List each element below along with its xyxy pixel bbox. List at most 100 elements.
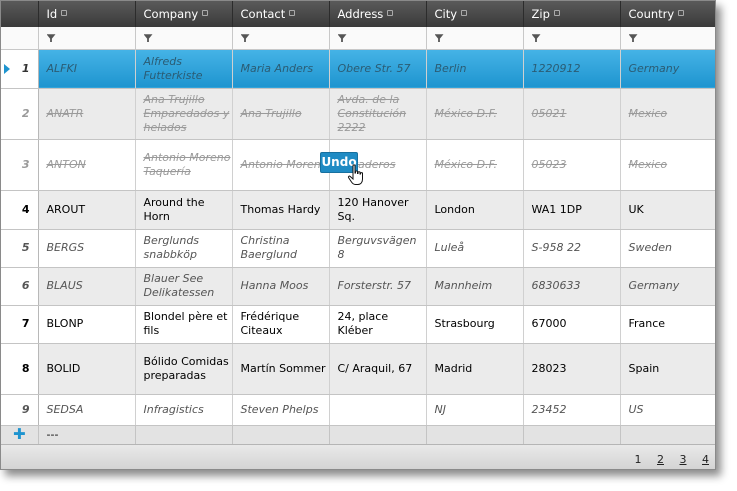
cell-contact[interactable]: Christina Baerglund bbox=[232, 229, 330, 268]
table-row[interactable]: 9 SEDSA Infragistics Steven Phelps NJ 23… bbox=[1, 394, 715, 426]
filter-icon[interactable] bbox=[434, 34, 444, 43]
cell-id[interactable]: BOLID bbox=[38, 343, 136, 395]
cell-country[interactable]: Spain bbox=[620, 343, 715, 395]
cell-address[interactable]: 24, place Kléber bbox=[329, 305, 427, 344]
pager-page-2[interactable]: 2 bbox=[657, 453, 664, 466]
row-selector[interactable]: 5 bbox=[1, 229, 39, 268]
cell-city[interactable]: NJ bbox=[426, 394, 524, 426]
pin-icon[interactable] bbox=[202, 10, 209, 16]
cell-contact[interactable]: Antonio Moreno bbox=[232, 139, 330, 191]
cell-id[interactable]: AROUT bbox=[38, 190, 136, 230]
pager-page-3[interactable]: 3 bbox=[680, 453, 687, 466]
table-row[interactable]: 7 BLONP Blondel père et fils Frédérique … bbox=[1, 305, 715, 344]
row-selector[interactable]: 4 bbox=[1, 190, 39, 230]
row-selector[interactable]: 9 bbox=[1, 394, 39, 426]
cell-country[interactable]: Sweden bbox=[620, 229, 715, 268]
cell-contact[interactable]: Frédérique Citeaux bbox=[232, 305, 330, 344]
row-selector[interactable]: 8 bbox=[1, 343, 39, 395]
cell-company[interactable]: Antonio Moreno Taquería bbox=[135, 139, 233, 191]
cell-city[interactable]: México D.F. bbox=[426, 88, 524, 140]
filter-icon[interactable] bbox=[240, 34, 250, 43]
filter-cell-city[interactable] bbox=[426, 27, 524, 50]
pin-icon[interactable] bbox=[678, 10, 685, 16]
column-header-zip[interactable]: Zip bbox=[523, 1, 621, 27]
pin-icon[interactable] bbox=[461, 10, 468, 16]
table-row[interactable]: 1 ALFKI Alfreds Futterkiste Maria Anders… bbox=[1, 49, 715, 89]
cell-city[interactable]: Mannheim bbox=[426, 267, 524, 306]
cell-address[interactable]: Avda. de la Constitución 2222 bbox=[329, 88, 427, 140]
cell-id[interactable]: SEDSA bbox=[38, 394, 136, 426]
cell-city[interactable]: México D.F. bbox=[426, 139, 524, 191]
cell-company[interactable]: Alfreds Futterkiste bbox=[135, 49, 233, 89]
cell-zip[interactable]: 67000 bbox=[523, 305, 621, 344]
cell-contact[interactable]: Steven Phelps bbox=[232, 394, 330, 426]
row-selector[interactable]: 3 bbox=[1, 139, 39, 191]
cell-country[interactable]: Mexico bbox=[620, 88, 715, 140]
cell-company[interactable]: Around the Horn bbox=[135, 190, 233, 230]
pin-icon[interactable] bbox=[61, 10, 68, 16]
cell-zip[interactable]: WA1 1DP bbox=[523, 190, 621, 230]
cell-id[interactable]: ALFKI bbox=[38, 49, 136, 89]
filter-cell-address[interactable] bbox=[329, 27, 427, 50]
cell-address[interactable]: Forsterstr. 57 bbox=[329, 267, 427, 306]
cell-zip[interactable]: 23452 bbox=[523, 394, 621, 426]
cell-id[interactable]: BLONP bbox=[38, 305, 136, 344]
cell-company[interactable]: Infragistics bbox=[135, 394, 233, 426]
table-row[interactable]: 4 AROUT Around the Horn Thomas Hardy 120… bbox=[1, 190, 715, 230]
filter-cell-contact[interactable] bbox=[232, 27, 330, 50]
cell-contact[interactable]: Martín Sommer bbox=[232, 343, 330, 395]
add-row-cell-contact[interactable] bbox=[232, 425, 330, 446]
cell-country[interactable]: France bbox=[620, 305, 715, 344]
cell-address[interactable]: Obere Str. 57 bbox=[329, 49, 427, 89]
pin-icon[interactable] bbox=[289, 10, 296, 16]
pager-page-4[interactable]: 4 bbox=[702, 453, 709, 466]
cell-company[interactable]: Blondel père et fils bbox=[135, 305, 233, 344]
cell-address[interactable] bbox=[329, 394, 427, 426]
cell-contact[interactable]: Hanna Moos bbox=[232, 267, 330, 306]
cell-contact[interactable]: Thomas Hardy bbox=[232, 190, 330, 230]
filter-cell-id[interactable] bbox=[38, 27, 136, 50]
filter-cell-zip[interactable] bbox=[523, 27, 621, 50]
cell-country[interactable]: US bbox=[620, 394, 715, 426]
add-row-cell-address[interactable] bbox=[329, 425, 427, 446]
cell-id[interactable]: ANTON bbox=[38, 139, 136, 191]
row-selector[interactable]: 6 bbox=[1, 267, 39, 306]
add-row-cell-country[interactable] bbox=[620, 425, 715, 446]
cell-zip[interactable]: 28023 bbox=[523, 343, 621, 395]
column-header-city[interactable]: City bbox=[426, 1, 524, 27]
table-row[interactable]: 6 BLAUS Blauer See Delikatessen Hanna Mo… bbox=[1, 267, 715, 306]
filter-icon[interactable] bbox=[628, 34, 638, 43]
cell-country[interactable]: Mexico bbox=[620, 139, 715, 191]
filter-icon[interactable] bbox=[46, 34, 56, 43]
cell-zip[interactable]: S-958 22 bbox=[523, 229, 621, 268]
cell-contact[interactable]: Ana Trujillo bbox=[232, 88, 330, 140]
column-header-country[interactable]: Country bbox=[620, 1, 715, 27]
add-row-selector[interactable]: ✚ bbox=[1, 425, 39, 446]
cell-country[interactable]: Germany bbox=[620, 267, 715, 306]
pin-icon[interactable] bbox=[387, 10, 394, 16]
cell-address[interactable]: C/ Araquil, 67 bbox=[329, 343, 427, 395]
filter-icon[interactable] bbox=[337, 34, 347, 43]
cell-zip[interactable]: 05021 bbox=[523, 88, 621, 140]
cell-company[interactable]: Blauer See Delikatessen bbox=[135, 267, 233, 306]
cell-id[interactable]: ANATR bbox=[38, 88, 136, 140]
add-row-cell-company[interactable] bbox=[135, 425, 233, 446]
cell-address[interactable]: 120 Hanover Sq. bbox=[329, 190, 427, 230]
column-header-address[interactable]: Address bbox=[329, 1, 427, 27]
filter-icon[interactable] bbox=[143, 34, 153, 43]
table-row[interactable]: 2 ANATR Ana Trujillo Emparedados y helad… bbox=[1, 88, 715, 140]
table-row[interactable]: 5 BERGS Berglunds snabbköp Christina Bae… bbox=[1, 229, 715, 268]
cell-address[interactable]: Berguvsvägen 8 bbox=[329, 229, 427, 268]
pager-page-1[interactable]: 1 bbox=[635, 453, 642, 466]
column-header-id[interactable]: Id bbox=[38, 1, 136, 27]
cell-city[interactable]: Strasbourg bbox=[426, 305, 524, 344]
add-row-cell-zip[interactable] bbox=[523, 425, 621, 446]
row-selector[interactable]: 7 bbox=[1, 305, 39, 344]
cell-company[interactable]: Bólido Comidas preparadas bbox=[135, 343, 233, 395]
column-header-contact[interactable]: Contact bbox=[232, 1, 330, 27]
filter-cell-company[interactable] bbox=[135, 27, 233, 50]
plus-icon[interactable]: ✚ bbox=[13, 425, 26, 443]
add-row-cell-city[interactable] bbox=[426, 425, 524, 446]
table-row[interactable]: 8 BOLID Bólido Comidas preparadas Martín… bbox=[1, 343, 715, 395]
cell-city[interactable]: Luleå bbox=[426, 229, 524, 268]
